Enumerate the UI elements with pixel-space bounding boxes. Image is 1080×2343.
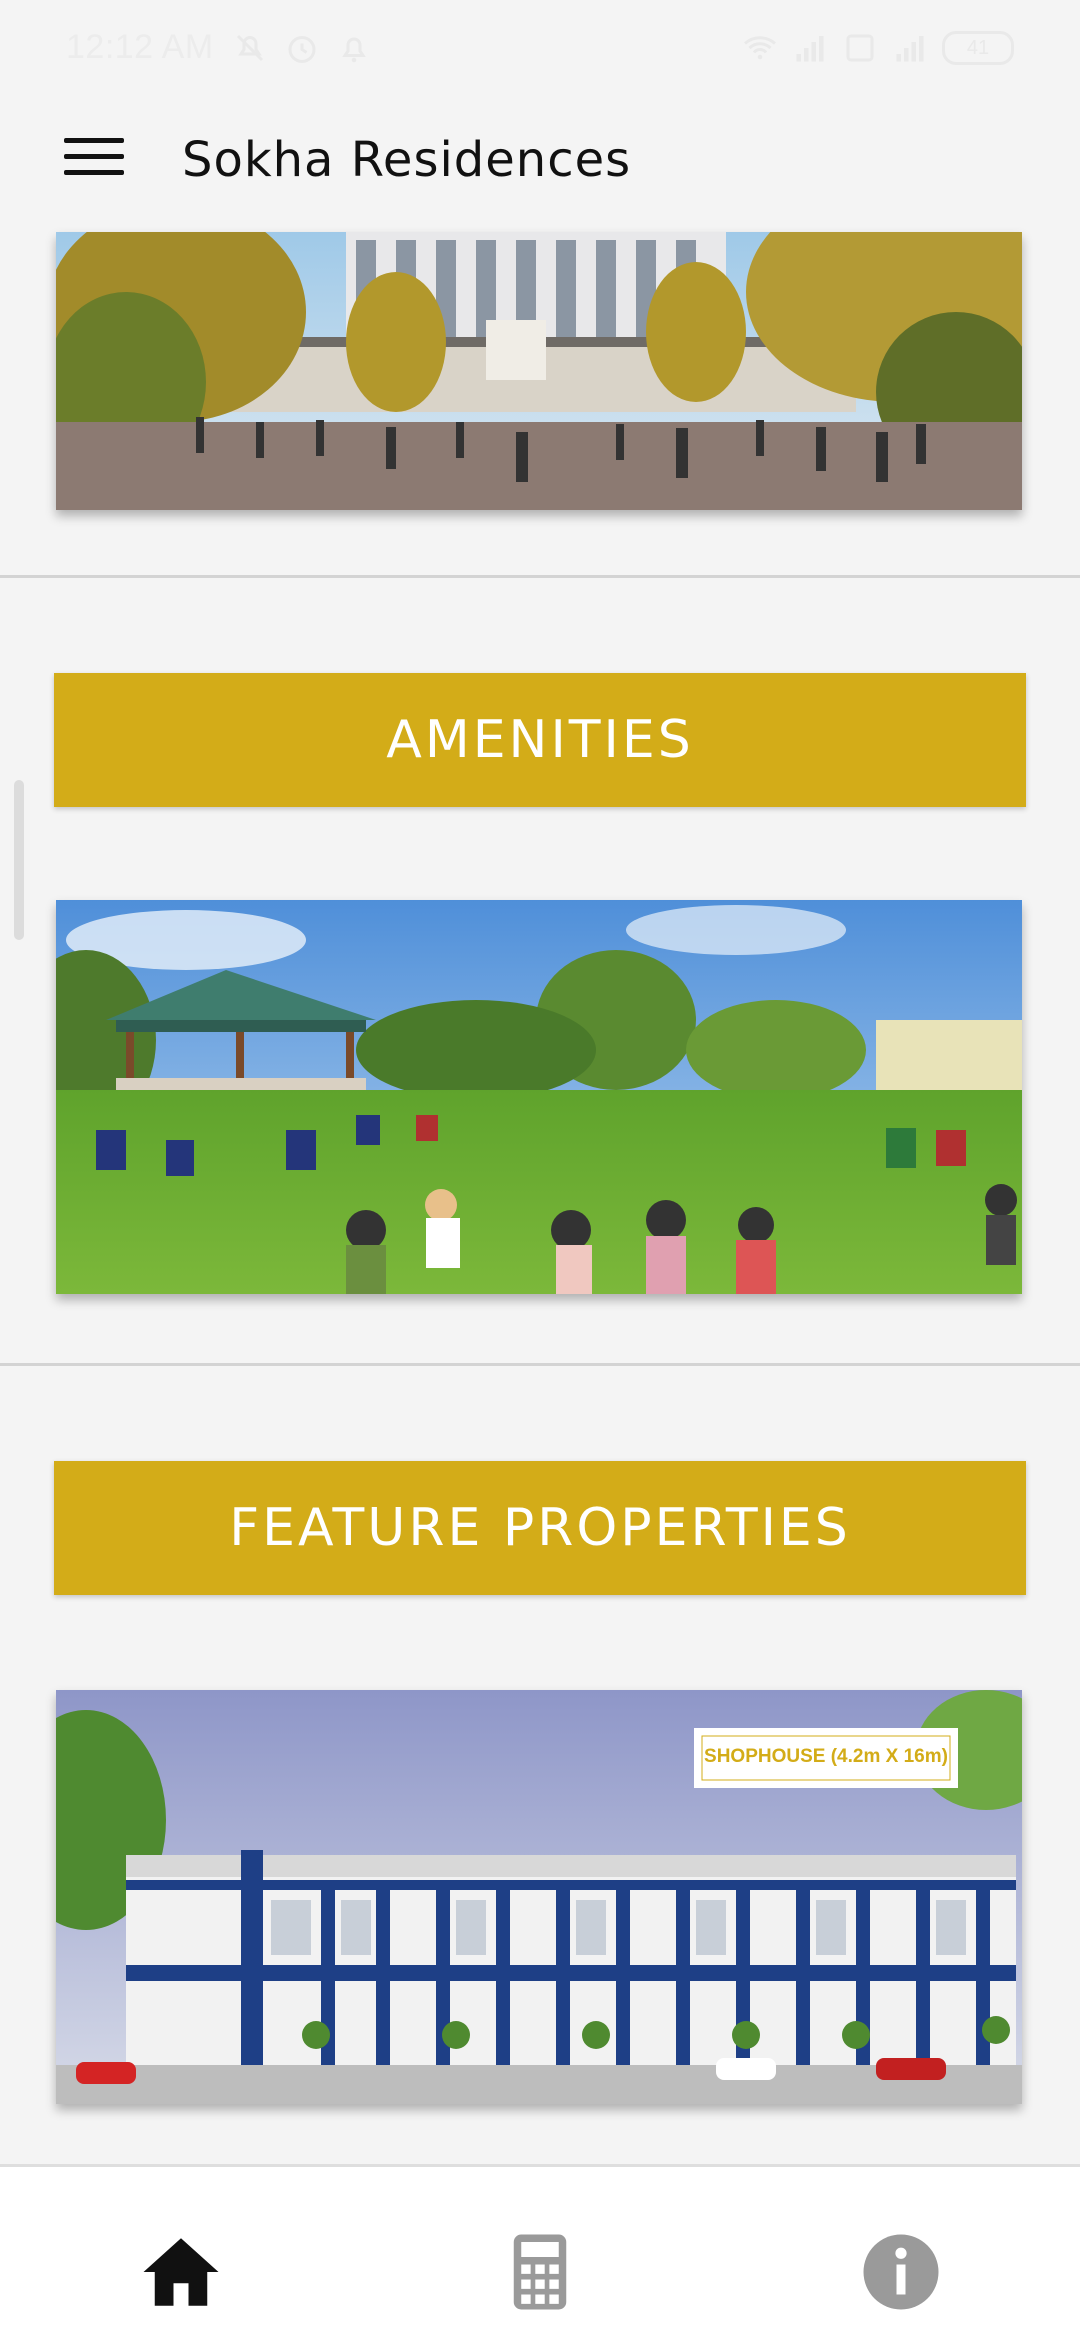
app-title: Sokha Residences <box>182 132 632 188</box>
home-icon <box>143 2238 219 2306</box>
feature-property-image[interactable]: SHOPHOUSE (4.2m X 16m) <box>56 1690 1022 2104</box>
signal-icon-2 <box>896 36 924 62</box>
amenities-banner[interactable]: AMENITIES <box>54 673 1026 807</box>
scroll-indicator[interactable] <box>14 780 24 940</box>
shophouse-label: SHOPHOUSE (4.2m X 16m) <box>704 1746 948 1767</box>
status-icons-left <box>232 30 372 66</box>
calculator-icon <box>513 2234 567 2310</box>
wifi-icon <box>744 36 776 60</box>
nav-calculator-icon[interactable] <box>495 2227 585 2317</box>
bottom-navigation <box>0 2164 1080 2343</box>
park-illustration <box>56 900 1022 1294</box>
plaza-image[interactable] <box>56 232 1022 510</box>
section-divider-1 <box>0 575 1080 578</box>
section-divider-2 <box>0 1363 1080 1366</box>
plaza-illustration <box>56 232 1022 510</box>
status-bar: 12:12 AM 41 <box>0 0 1080 100</box>
info-icon <box>863 2234 939 2310</box>
app-bar: Sokha Residences <box>0 100 1080 232</box>
battery-indicator: 41 <box>942 31 1014 65</box>
status-icons-right: 41 <box>742 30 1014 66</box>
feature-properties-banner[interactable]: FEATURE PROPERTIES <box>54 1461 1026 1595</box>
status-time: 12:12 AM <box>66 28 214 66</box>
amenities-image[interactable] <box>56 900 1022 1294</box>
mute-icon <box>236 34 264 62</box>
notification-bell-icon <box>342 37 366 63</box>
alarm-icon <box>288 36 316 63</box>
nav-info-icon[interactable] <box>856 2227 946 2317</box>
nav-home-icon[interactable] <box>136 2227 226 2317</box>
hamburger-menu-icon[interactable] <box>64 138 124 194</box>
signal-icon <box>796 36 824 62</box>
sim-icon <box>846 34 874 62</box>
